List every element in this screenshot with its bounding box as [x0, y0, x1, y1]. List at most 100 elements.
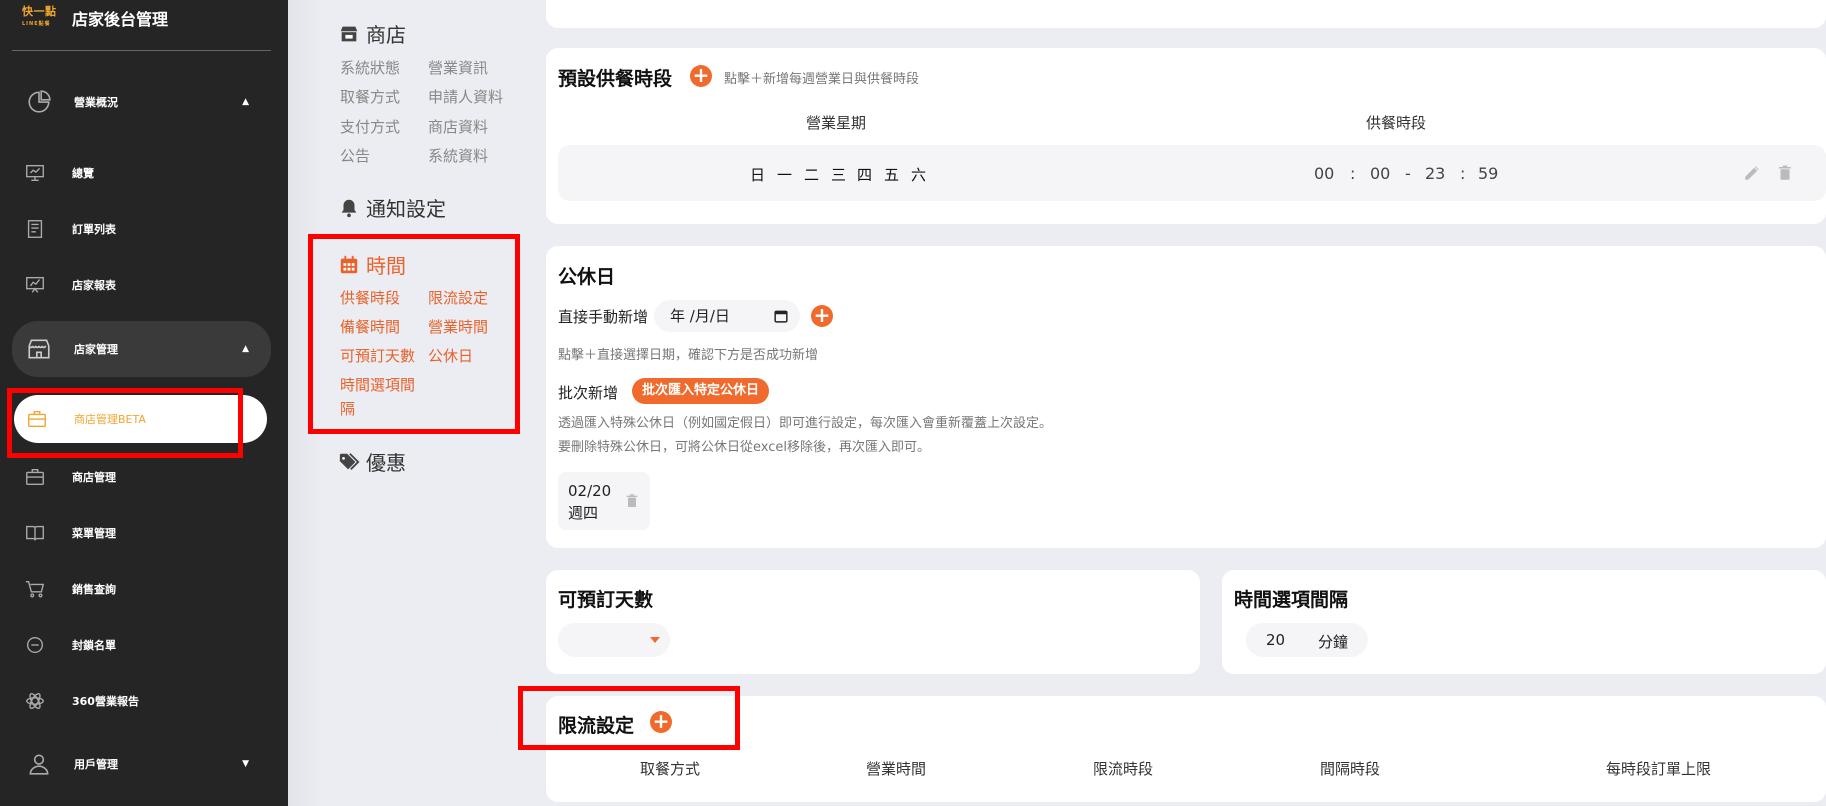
- slot-row: [558, 145, 1826, 201]
- calendar-icon[interactable]: [774, 309, 788, 323]
- holiday-title: 公休日: [558, 266, 616, 288]
- pencil-icon[interactable]: [1743, 164, 1761, 182]
- add-slot-button[interactable]: +: [690, 65, 712, 87]
- sidebar-item-label: 360營業報告: [72, 695, 139, 708]
- batch-add-label: 批次新增: [558, 384, 619, 402]
- weekday-tue: 二: [804, 166, 820, 184]
- col-business-hours: 營業時間: [866, 760, 927, 778]
- col-interval-period: 間隔時段: [1320, 760, 1381, 778]
- weekday-sun: 日: [750, 166, 766, 184]
- trash-icon[interactable]: [624, 492, 640, 510]
- submenu-link-system-info[interactable]: 系統資料: [428, 145, 488, 166]
- col-pickup-method: 取餐方式: [640, 760, 701, 778]
- start-hour: 00: [1314, 164, 1335, 183]
- sidebar-item-report-360[interactable]: 360營業報告: [12, 675, 271, 727]
- sidebar-shadow: [288, 0, 322, 806]
- add-rate-limit-button[interactable]: +: [650, 711, 672, 733]
- cart-icon: [24, 578, 46, 600]
- sidebar-item-label: 訂單列表: [72, 223, 116, 236]
- submenu-notify-title[interactable]: 通知設定: [338, 193, 446, 222]
- batch-hint-2: 要刪除特殊公休日，可將公休日從excel移除後，再次匯入即可。: [558, 440, 930, 455]
- sidebar-item-label: 菜單管理: [72, 527, 116, 540]
- submenu-link-prep-time[interactable]: 備餐時間: [340, 316, 400, 337]
- weekday-thu: 四: [857, 166, 873, 184]
- time-dash: -: [1405, 164, 1411, 183]
- submenu-link-business-info[interactable]: 營業資訊: [428, 57, 488, 78]
- sidebar-item-label: 店家報表: [72, 279, 116, 292]
- receipt-icon: [24, 218, 46, 240]
- calendar-icon: [340, 255, 358, 273]
- submenu-promo-title[interactable]: 優惠: [338, 447, 406, 476]
- submenu-link-shop-info[interactable]: 商店資料: [428, 116, 488, 137]
- caret-up-icon: ▲: [242, 344, 249, 354]
- tag-icon: [339, 452, 360, 470]
- submenu-link-holidays[interactable]: 公休日: [428, 345, 473, 366]
- weekday-mon: 一: [777, 166, 793, 184]
- submenu-shop-title: 商店: [338, 19, 406, 48]
- chart-board-icon: [24, 274, 46, 296]
- submenu-link-pickup-method[interactable]: 取餐方式: [340, 86, 400, 107]
- sidebar-item-menu[interactable]: 菜單管理: [12, 507, 271, 559]
- weekday-sat: 六: [911, 166, 927, 184]
- time-interval-title: 時間選項間隔: [1234, 589, 1349, 611]
- submenu-link-time-interval-cont[interactable]: 隔: [340, 398, 355, 419]
- section-title-text: 商店: [366, 23, 406, 47]
- sidebar-item-shop-manage[interactable]: 商店管理: [12, 451, 271, 503]
- trash-icon[interactable]: [1776, 164, 1794, 182]
- sidebar-item-reports[interactable]: 店家報表: [12, 259, 271, 311]
- batch-import-button[interactable]: 批次匯入特定公休日: [632, 378, 770, 404]
- sidebar-item-users-group[interactable]: 用戶管理 ▼: [12, 738, 271, 790]
- sidebar-item-overview-group[interactable]: 營業概況 ▲: [12, 76, 271, 128]
- sidebar-item-shop-manage-beta[interactable]: 商店管理BETA: [14, 395, 267, 443]
- submenu-link-system-status[interactable]: 系統狀態: [340, 57, 400, 78]
- atom-icon: [24, 690, 46, 712]
- sidebar-item-store-group[interactable]: 店家管理 ▲: [12, 321, 271, 377]
- sidebar-item-label: 用戶管理: [74, 758, 118, 771]
- col-weekday: 營業星期: [806, 114, 867, 132]
- submenu-link-payment[interactable]: 支付方式: [340, 116, 400, 137]
- holiday-entry-text: 02/20 週四: [568, 480, 611, 524]
- end-minute: 59: [1478, 164, 1499, 183]
- sidebar-item-label: 銷售查詢: [72, 583, 116, 596]
- time-interval-input[interactable]: 20 分鐘: [1246, 623, 1368, 657]
- submenu-link-rate-limit[interactable]: 限流設定: [428, 287, 488, 308]
- sidebar-item-label: 營業概況: [74, 96, 118, 109]
- user-icon: [26, 751, 52, 777]
- brand[interactable]: 快一點 LINE點餐 店家後台管理: [22, 6, 168, 30]
- briefcase-icon: [26, 408, 48, 430]
- section-title-text: 優惠: [366, 451, 406, 475]
- sidebar-item-blocklist[interactable]: 封鎖名單: [12, 619, 271, 671]
- add-holiday-button[interactable]: +: [811, 305, 833, 327]
- dropdown-arrow-icon: [650, 637, 660, 643]
- brand-logo: 快一點 LINE點餐: [22, 6, 58, 30]
- sidebar-item-summary[interactable]: 總覽: [12, 147, 271, 199]
- submenu-link-business-hours[interactable]: 營業時間: [428, 316, 488, 337]
- submenu-link-bookable-days[interactable]: 可預訂天數: [340, 345, 415, 366]
- weekday-fri: 五: [884, 166, 900, 184]
- interval-unit: 分鐘: [1318, 633, 1349, 651]
- logo-subtext: LINE點餐: [22, 21, 51, 27]
- submenu-link-applicant-info[interactable]: 申請人資料: [428, 86, 503, 107]
- col-limit-period: 限流時段: [1093, 760, 1154, 778]
- holiday-date-input[interactable]: 年 /月/日: [654, 300, 800, 332]
- sidebar-item-orders[interactable]: 訂單列表: [12, 203, 271, 255]
- sidebar-item-label: 商店管理BETA: [74, 413, 146, 426]
- card-top-partial: [546, 0, 1826, 28]
- divider: [12, 50, 271, 51]
- holiday-entry: 02/20 週四: [558, 472, 650, 530]
- submenu-link-announcement[interactable]: 公告: [340, 145, 370, 166]
- end-hour: 23: [1425, 164, 1446, 183]
- store-icon: [26, 336, 52, 362]
- sidebar-item-sales[interactable]: 銷售查詢: [12, 563, 271, 615]
- bell-icon: [341, 199, 357, 217]
- pie-chart-icon: [26, 89, 52, 115]
- weekday-wed: 三: [831, 166, 847, 184]
- bookable-days-title: 可預訂天數: [558, 589, 654, 611]
- rate-limit-title: 限流設定: [558, 715, 635, 737]
- submenu-link-time-interval[interactable]: 時間選項間: [340, 374, 415, 395]
- bookable-days-select[interactable]: [558, 623, 670, 657]
- minus-circle-icon: [24, 634, 46, 656]
- card-rate-limit: [546, 696, 1826, 802]
- submenu-link-meal-slots[interactable]: 供餐時段: [340, 287, 400, 308]
- caret-down-icon: ▼: [242, 759, 249, 769]
